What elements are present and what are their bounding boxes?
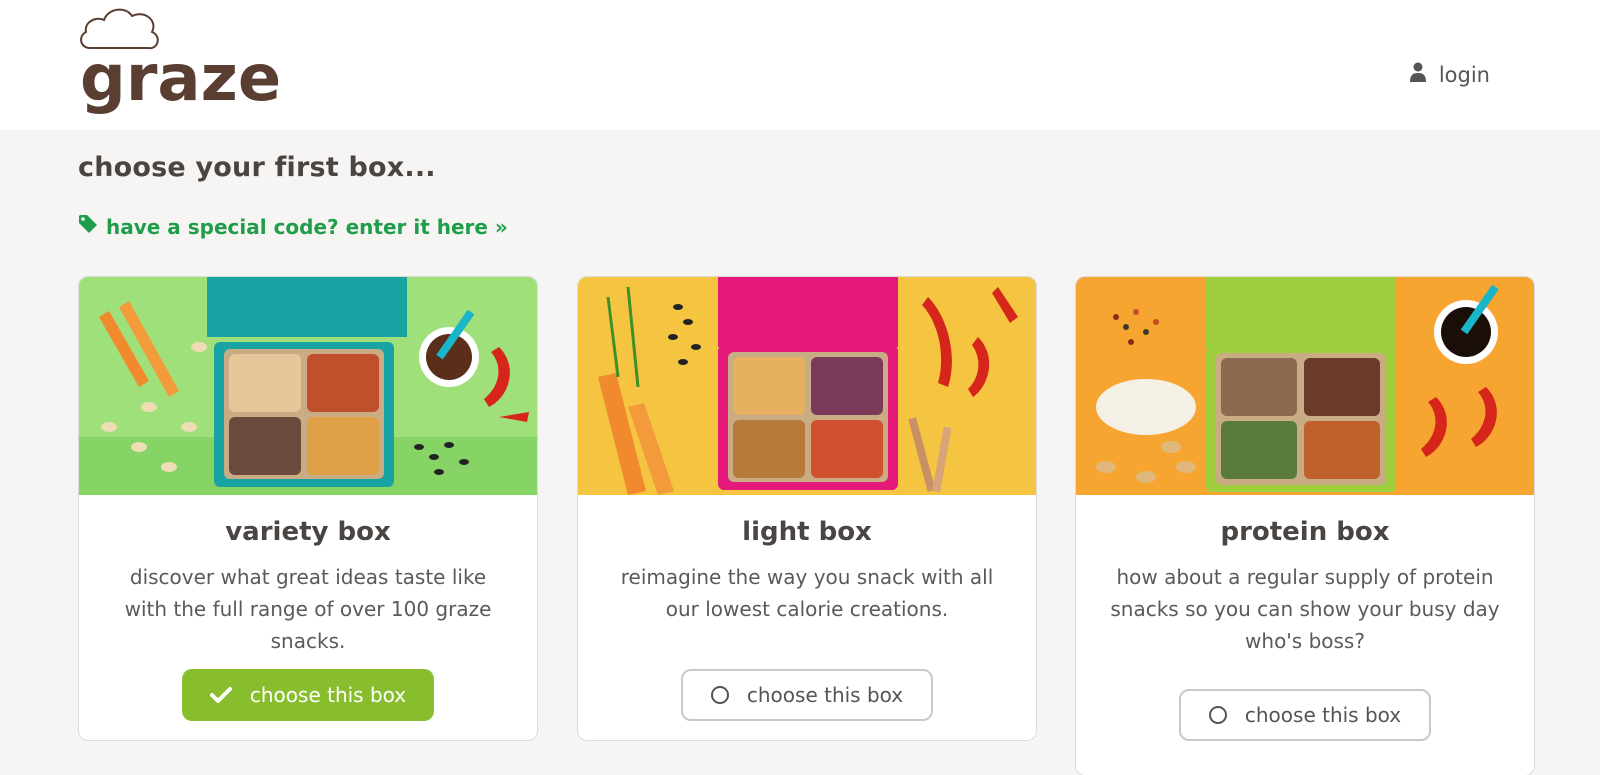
button-label: choose this box — [746, 683, 904, 707]
box-description: reimagine the way you snack with all our… — [620, 565, 994, 621]
light-box-image — [578, 277, 1036, 495]
variety-box-image — [79, 277, 537, 495]
box-title: protein box — [1220, 517, 1390, 547]
promo-link-label: have a special code? enter it here » — [106, 214, 508, 239]
tag-icon — [78, 214, 98, 239]
checkmark-icon — [209, 686, 232, 704]
page-title: choose your first box... — [78, 152, 436, 183]
choose-variety-box-button[interactable]: choose this box — [182, 669, 434, 721]
box-title: variety box — [225, 517, 391, 547]
promo-code-link[interactable]: have a special code? enter it here » — [78, 214, 508, 239]
button-label: choose this box — [1244, 703, 1402, 727]
user-icon — [1409, 62, 1427, 87]
box-description: how about a regular supply of protein sn… — [1110, 565, 1500, 653]
login-label: login — [1438, 62, 1490, 87]
choose-protein-box-button[interactable]: choose this box — [1179, 689, 1431, 741]
box-title: light box — [742, 517, 872, 547]
site-header: graze login — [0, 0, 1600, 130]
logo-wordmark: graze — [80, 42, 278, 115]
radio-icon — [710, 686, 729, 704]
login-link[interactable]: login — [1409, 62, 1490, 87]
button-label: choose this box — [249, 683, 407, 707]
graze-logo[interactable]: graze — [78, 0, 281, 116]
box-card-protein[interactable]: protein box how about a regular supply o… — [1075, 276, 1535, 775]
radio-icon — [1208, 706, 1227, 724]
box-card-light[interactable]: light box reimagine the way you snack wi… — [577, 276, 1037, 741]
box-card-variety[interactable]: variety box discover what great ideas ta… — [78, 276, 538, 741]
choose-light-box-button[interactable]: choose this box — [681, 669, 933, 721]
box-description: discover what great ideas taste like wit… — [124, 565, 492, 653]
protein-box-image — [1076, 277, 1534, 495]
